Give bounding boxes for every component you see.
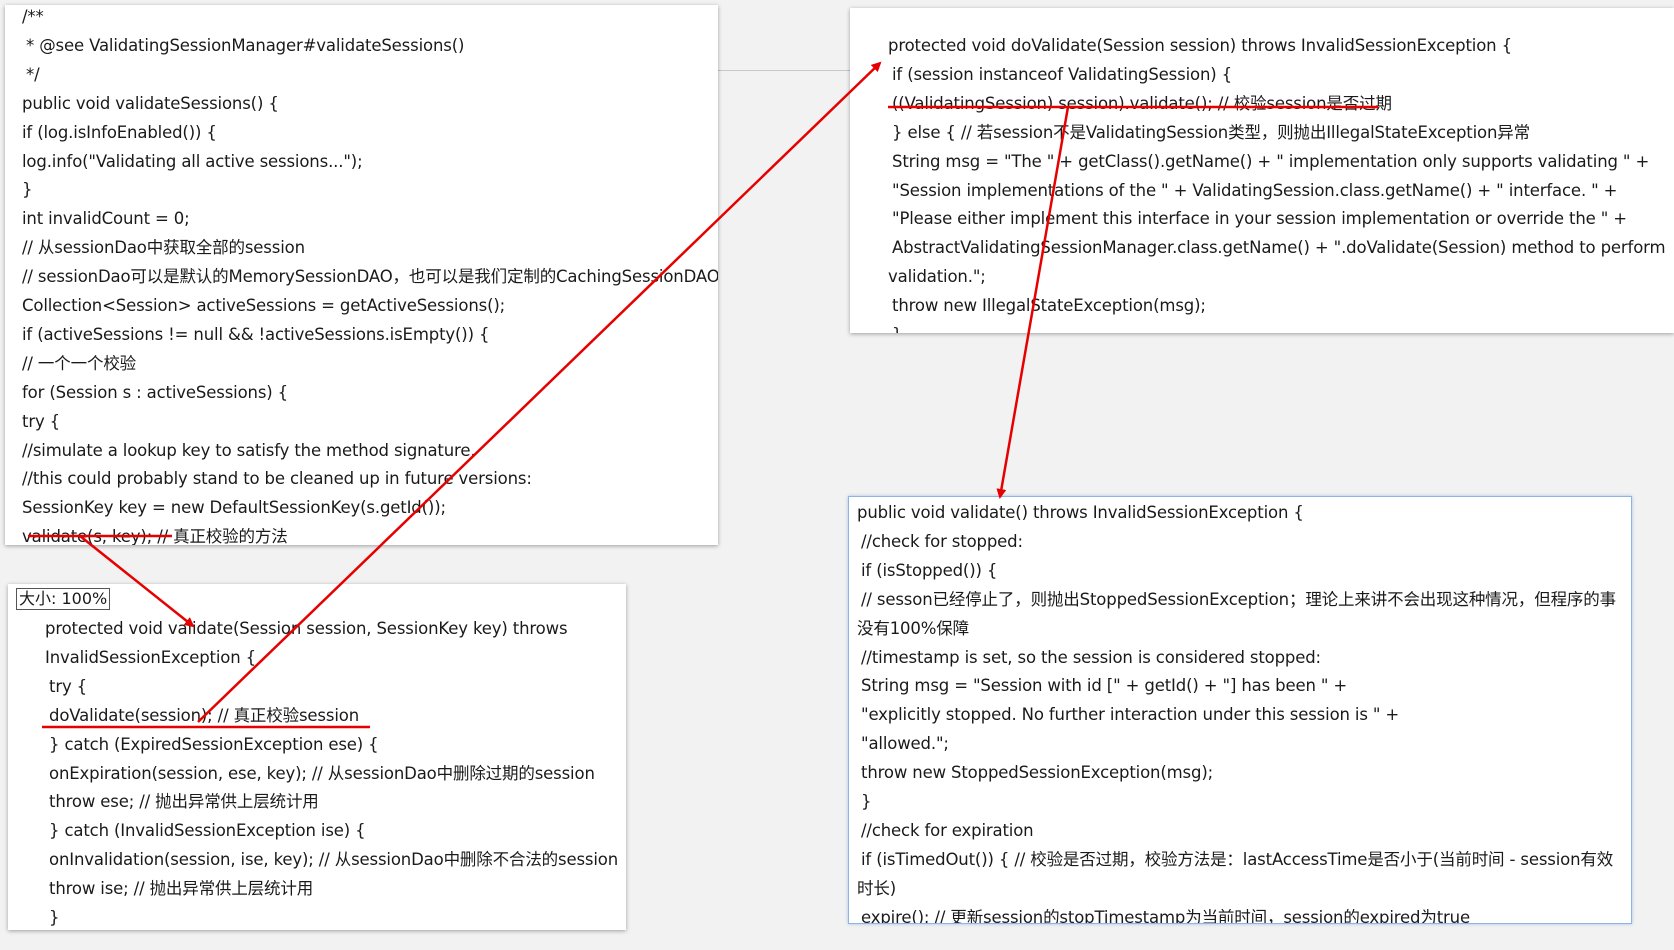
zoom-size-badge: 大小: 100% <box>16 588 111 610</box>
code-line: //simulate a lookup key to satisfy the m… <box>22 440 476 460</box>
code-line: //timestamp is set, so the session is co… <box>861 647 1321 667</box>
background-divider <box>718 70 858 71</box>
code-line: //this could probably stand to be cleane… <box>22 469 532 489</box>
code-line: validate(s, key); // 真正校验的方法 <box>22 527 288 545</box>
code-line: // 一个一个校验 <box>22 353 137 373</box>
code-line: throw ese; // 抛出异常供上层统计用 <box>49 792 319 812</box>
code-line: validation."; <box>888 267 986 287</box>
code-line: } catch (ExpiredSessionException ese) { <box>49 734 379 754</box>
code-line: Collection<Session> activeSessions = get… <box>22 296 506 315</box>
code-line: int invalidCount = 0; <box>22 209 190 229</box>
code-line: if (session instanceof ValidatingSession… <box>892 64 1232 84</box>
code-line: expire(); // 更新session的stopTimestamp为当前时… <box>861 907 1470 924</box>
code-line: if (activeSessions != null && !activeSes… <box>22 324 490 344</box>
code-line: ((ValidatingSession) session).validate()… <box>892 93 1392 113</box>
code-line: throw ise; // 抛出异常供上层统计用 <box>49 879 314 899</box>
code-line: // sessionDao可以是默认的MemorySessionDAO，也可以是… <box>22 267 718 287</box>
code-line: "Please either implement this interface … <box>892 209 1627 229</box>
code-line: /** <box>22 7 44 26</box>
code-line: 时长) <box>857 878 896 898</box>
code-line: * @see ValidatingSessionManager#validate… <box>26 35 465 55</box>
code-line: } else { // 若session不是ValidatingSession类… <box>892 122 1530 142</box>
code-line: //check for stopped: <box>861 531 1023 551</box>
code-line: InvalidSessionException { <box>45 647 256 667</box>
code-line: "Session implementations of the " + Vali… <box>892 180 1618 200</box>
code-line: SessionKey key = new DefaultSessionKey(s… <box>22 498 446 518</box>
code-line: } <box>861 792 872 811</box>
code-line: // sesson已经停止了，则抛出StoppedSessionExceptio… <box>861 589 1616 609</box>
code-panel-validate-sessions: /** * @see ValidatingSessionManager#vali… <box>5 5 718 545</box>
code-line: } catch (InvalidSessionException ise) { <box>49 821 366 841</box>
code-line: } <box>49 908 60 927</box>
code-line: //check for expiration <box>861 820 1034 840</box>
code-line: public void validateSessions() { <box>22 93 279 113</box>
code-line: AbstractValidatingSessionManager.class.g… <box>892 238 1666 258</box>
code-panel-do-validate: protected void doValidate(Session sessio… <box>850 8 1674 333</box>
code-line: onInvalidation(session, ise, key); // 从s… <box>49 850 619 870</box>
code-line: // 从sessionDao中获取全部的session <box>22 238 305 258</box>
code-line: public void validate() throws InvalidSes… <box>857 503 1304 522</box>
code-line: 没有100%保障 <box>857 618 969 638</box>
code-line: if (log.isInfoEnabled()) { <box>22 122 217 142</box>
code-panel-validate-with-key: 大小: 100% protected void validate(Session… <box>8 584 626 930</box>
code-line: protected void doValidate(Session sessio… <box>888 36 1512 55</box>
code-line: throw new StoppedSessionException(msg); <box>861 763 1214 783</box>
code-line: "allowed."; <box>861 734 949 754</box>
code-line: "explicitly stopped. No further interact… <box>861 705 1400 725</box>
code-panel-session-validate: public void validate() throws InvalidSes… <box>848 496 1632 924</box>
code-line: if (isStopped()) { <box>861 560 998 580</box>
code-line: doValidate(session); // 真正校验session <box>49 705 360 725</box>
code-line: } <box>892 325 903 333</box>
code-line: throw new IllegalStateException(msg); <box>892 296 1206 316</box>
code-line: log.info("Validating all active sessions… <box>22 151 363 171</box>
code-line: for (Session s : activeSessions) { <box>22 382 288 402</box>
code-line: protected void validate(Session session,… <box>45 619 568 638</box>
code-line: */ <box>26 64 40 84</box>
code-line: String msg = "The " + getClass().getName… <box>892 151 1650 171</box>
code-line: String msg = "Session with id [" + getId… <box>861 676 1348 696</box>
code-line: } <box>22 180 33 200</box>
code-line: onExpiration(session, ese, key); // 从ses… <box>49 763 595 783</box>
code-line: try { <box>49 676 88 696</box>
code-line: if (isTimedOut()) { // 校验是否过期，校验方法是：last… <box>861 849 1614 869</box>
code-line: try { <box>22 411 61 431</box>
